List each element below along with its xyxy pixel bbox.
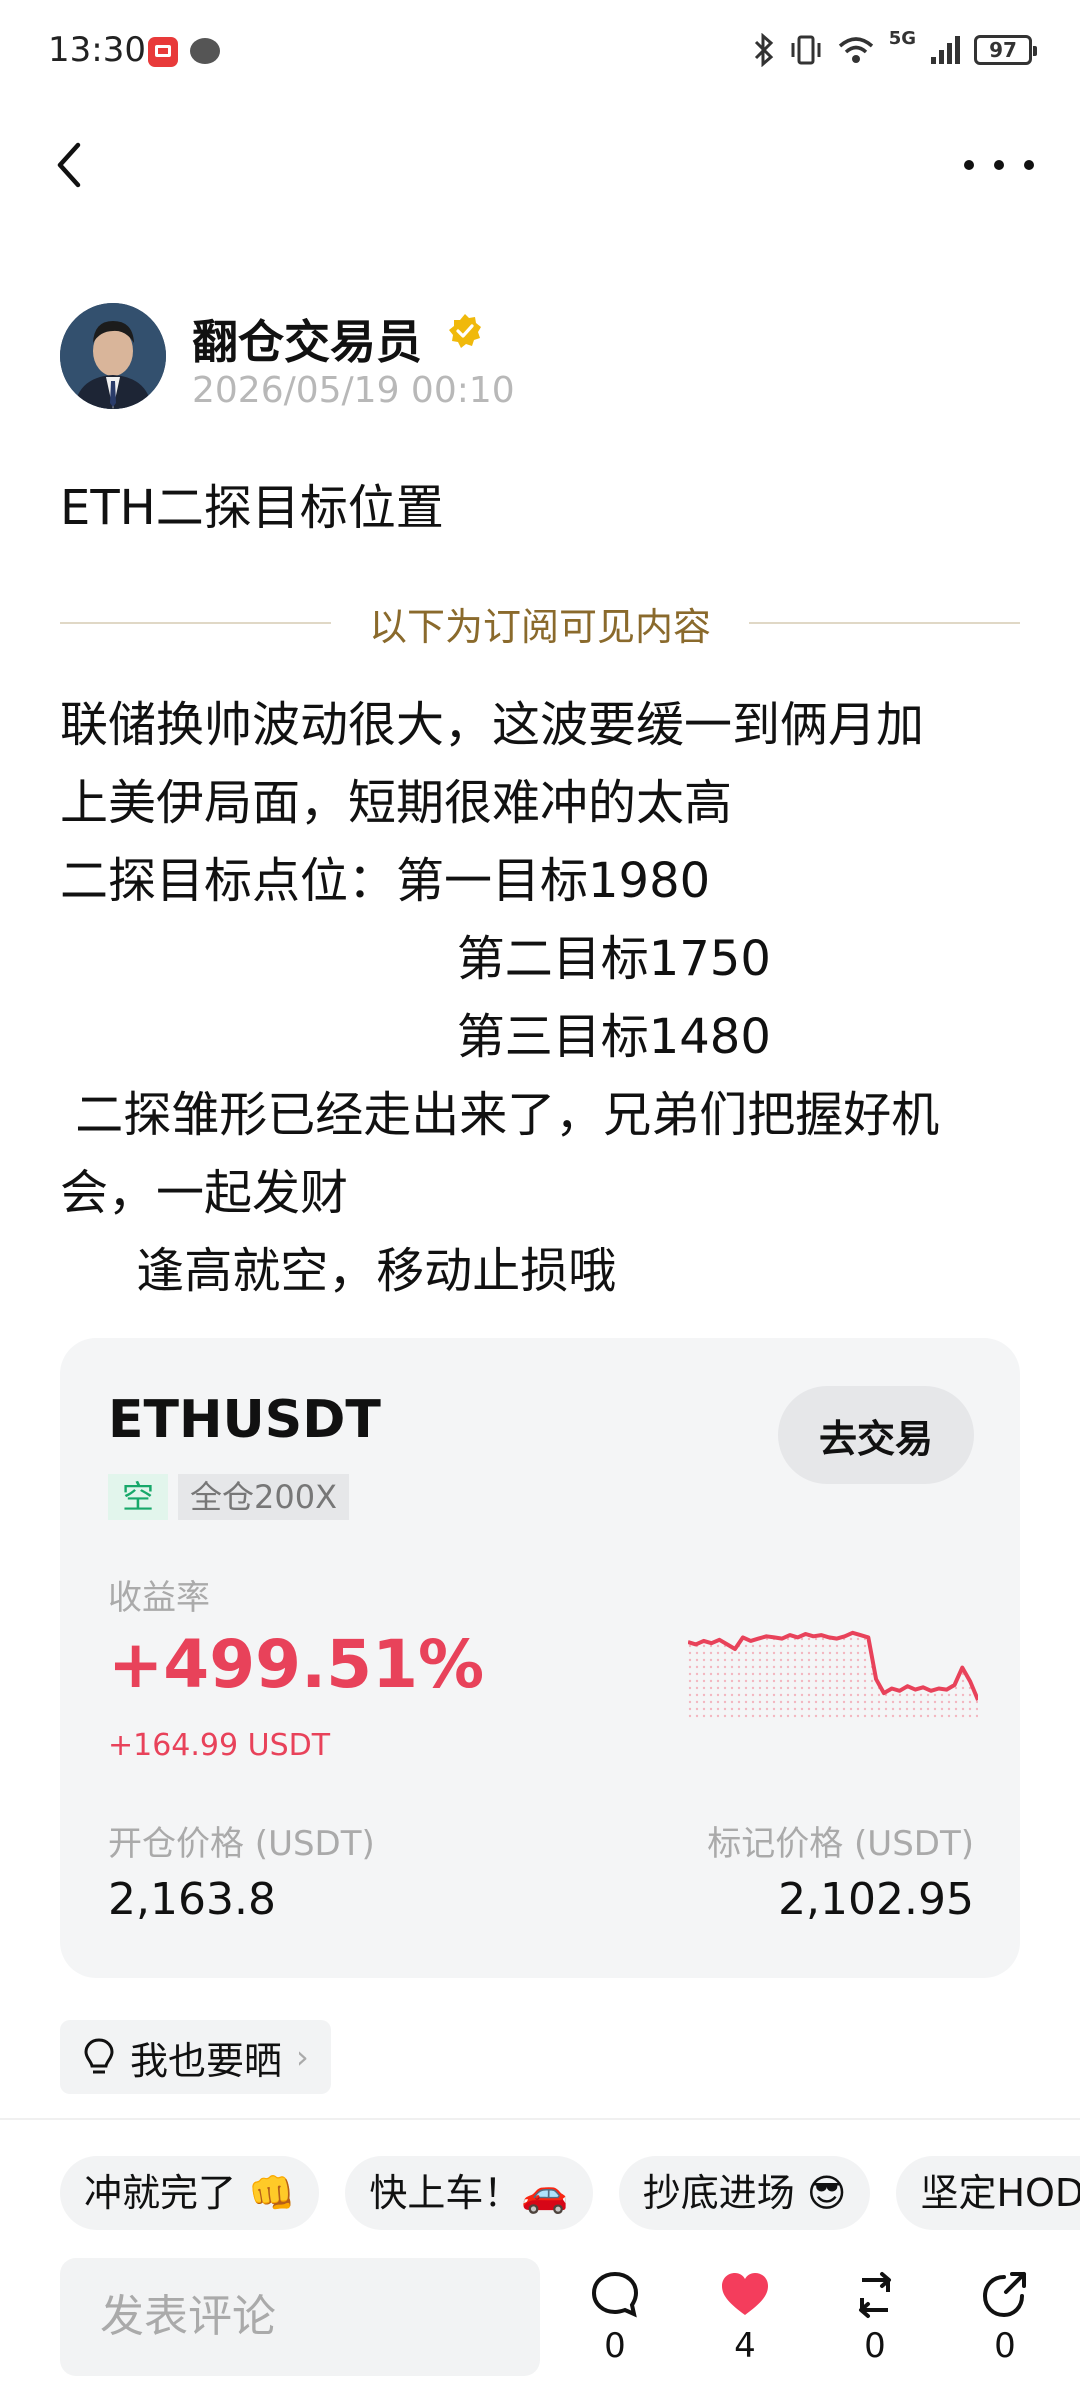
comment-count: 0 (604, 2326, 626, 2366)
divider-line (749, 622, 1021, 624)
share-count: 0 (994, 2326, 1016, 2366)
chevron-left-icon (57, 142, 81, 188)
avatar-image (60, 303, 166, 409)
roi-label: 收益率 (108, 1578, 210, 1618)
bottom-comment-bar: 冲就完了 👊 快上车！🚗 抄底进场 😎 坚定HODL 发表评论 0 4 0 0 (0, 2118, 1080, 2400)
more-options-button[interactable] (964, 140, 1034, 190)
post-body-line: 二探雏形已经走出来了，兄弟们把握好机 (60, 1087, 940, 1143)
share-action[interactable]: 0 (970, 2268, 1040, 2378)
more-dot-icon (1024, 160, 1034, 170)
post-actions: 0 4 0 0 (580, 2268, 1040, 2378)
margin-mode-tag: 全仓200X (178, 1474, 350, 1520)
author-name[interactable]: 翻仓交易员 (192, 306, 422, 372)
network-type: 5G (888, 28, 916, 49)
comment-action[interactable]: 0 (580, 2268, 650, 2378)
chevron-right-icon: › (296, 2038, 309, 2076)
post-body-line: 二探目标点位：第一目标1980 (60, 853, 711, 909)
like-count: 4 (734, 2326, 756, 2366)
more-dot-icon (994, 160, 1004, 170)
heart-icon (722, 2273, 768, 2315)
repost-count: 0 (864, 2326, 886, 2366)
go-trade-button[interactable]: 去交易 (778, 1386, 974, 1484)
repost-icon (859, 2272, 891, 2318)
open-price-value: 2,163.8 (108, 1874, 276, 1925)
pnl-value: +164.99 USDT (108, 1728, 331, 1763)
open-price-label: 开仓价格 (USDT) (108, 1824, 375, 1864)
subscriber-divider: 以下为订阅可见内容 (60, 598, 1021, 649)
price-sparkline (688, 1630, 978, 1718)
post-body-line: 会，一起发财 (60, 1165, 349, 1221)
back-button[interactable] (50, 135, 110, 195)
post-body-line: 上美伊局面，短期很难冲的太高 (60, 775, 733, 831)
comment-input[interactable]: 发表评论 (60, 2258, 540, 2376)
battery-icon: 97 (974, 35, 1037, 65)
share-mine-button[interactable]: 我也要晒 › (60, 2020, 331, 2094)
post-timestamp: 2026/05/19 00:10 (192, 370, 515, 411)
quick-reply-list: 冲就完了 👊 快上车！🚗 抄底进场 😎 坚定HODL (60, 2156, 1080, 2230)
post-body: 联储换帅波动很大，这波要缓一到俩月加 上美伊局面，短期很难冲的太高 二探目标点位… (60, 686, 1020, 1310)
share-mine-label: 我也要晒 (130, 2038, 283, 2083)
bluetooth-icon (754, 33, 773, 67)
like-action[interactable]: 4 (710, 2268, 780, 2378)
mark-price-label: 标记价格 (USDT) (707, 1824, 974, 1864)
status-icons: 5G 97 (753, 28, 1037, 72)
post-body-line: 联储换帅波动很大，这波要缓一到俩月加 (60, 697, 925, 753)
quick-reply-chip[interactable]: 冲就完了 👊 (60, 2156, 320, 2230)
subscriber-label: 以下为订阅可见内容 (369, 604, 712, 649)
trade-card[interactable]: ETHUSDT 去交易 空 全仓200X 收益率 +499.51% +164.9… (60, 1338, 1020, 1978)
comment-icon (591, 2271, 639, 2318)
trade-symbol: ETHUSDT (108, 1390, 381, 1450)
post-body-line: 逢高就空，移动止损哦 (60, 1243, 617, 1299)
quick-reply-chip[interactable]: 快上车！🚗 (345, 2156, 593, 2230)
share-icon (982, 2272, 1026, 2318)
post-body-line: 第三目标1480 (60, 1009, 771, 1065)
post-title: ETH二探目标位置 (60, 480, 444, 536)
mark-price-value: 2,102.95 (778, 1874, 974, 1925)
status-time: 13:30 (48, 30, 146, 70)
author-avatar[interactable] (60, 303, 166, 409)
notification-icon (148, 37, 178, 67)
quick-reply-chip[interactable]: 抄底进场 😎 (618, 2156, 871, 2230)
lightbulb-icon (84, 2038, 114, 2074)
more-dot-icon (964, 160, 974, 170)
status-bar: 13:30 5G 97 (0, 0, 1080, 110)
roi-value: +499.51% (108, 1626, 485, 1703)
vibrate-icon (791, 35, 821, 65)
verified-badge-icon (449, 314, 481, 348)
post-body-line: 第二目标1750 (60, 931, 771, 987)
chat-notification-icon (190, 38, 220, 64)
divider-line (60, 622, 331, 624)
signal-icon (931, 36, 960, 64)
direction-tag: 空 (108, 1474, 169, 1520)
quick-reply-chip[interactable]: 坚定HODL (896, 2156, 1080, 2230)
wifi-icon (838, 37, 873, 63)
repost-action[interactable]: 0 (840, 2268, 910, 2378)
